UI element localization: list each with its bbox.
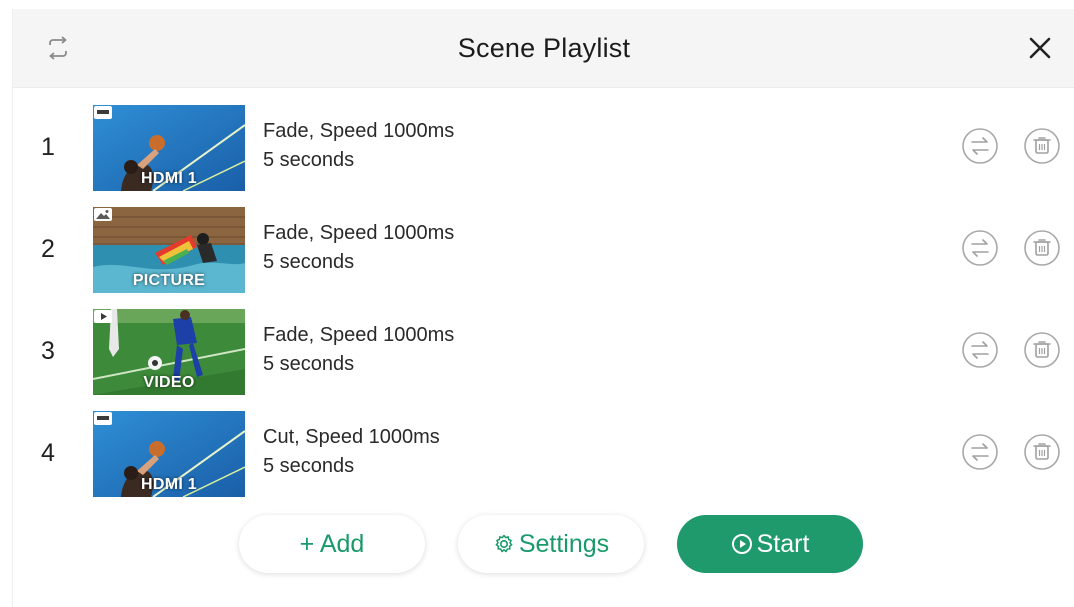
- scene-thumbnail[interactable]: HDMI 1: [93, 105, 245, 191]
- swap-button[interactable]: [961, 127, 999, 165]
- scene-playlist-panel: Scene Playlist 1 HDMI 1 Fade, Speed 1000…: [12, 9, 1074, 607]
- source-label: VIDEO: [143, 374, 195, 391]
- hdmi-icon: [94, 106, 112, 119]
- swap-button[interactable]: [961, 433, 999, 471]
- playlist-row-2: 2 PICTURE Fade, Speed 1000ms 5 seconds: [13, 207, 1074, 297]
- scene-thumbnail[interactable]: HDMI 1: [93, 411, 245, 497]
- settings-button[interactable]: Settings: [458, 515, 644, 573]
- scene-thumbnail[interactable]: VIDEO: [93, 309, 245, 395]
- close-button[interactable]: [1023, 31, 1057, 65]
- delete-button[interactable]: [1023, 433, 1061, 471]
- playlist-row-4: 4 HDMI 1 Cut, Speed 1000ms 5 seconds: [13, 411, 1074, 501]
- trash-icon: [1024, 128, 1060, 164]
- swap-icon: [962, 128, 998, 164]
- play-circle-icon: [731, 534, 752, 554]
- delete-button[interactable]: [1023, 127, 1061, 165]
- transition-text: Fade, Speed 1000ms: [263, 120, 455, 142]
- swap-icon: [962, 332, 998, 368]
- source-label: HDMI 1: [140, 170, 198, 187]
- row-number: 1: [41, 133, 55, 161]
- close-icon: [1029, 37, 1051, 59]
- start-button[interactable]: Start: [677, 515, 863, 573]
- swap-icon: [962, 230, 998, 266]
- swap-button[interactable]: [961, 331, 999, 369]
- duration-text: 5 seconds: [263, 353, 355, 375]
- delete-button[interactable]: [1023, 331, 1061, 369]
- hdmi-icon: [94, 412, 112, 425]
- page-title: Scene Playlist: [457, 33, 631, 63]
- trash-icon: [1024, 434, 1060, 470]
- add-button-label: + Add: [299, 530, 365, 558]
- duration-text: 5 seconds: [263, 251, 355, 273]
- row-number: 4: [41, 439, 55, 467]
- transition-text: Fade, Speed 1000ms: [263, 222, 455, 244]
- duration-text: 5 seconds: [263, 149, 355, 171]
- scene-thumbnail[interactable]: PICTURE: [93, 207, 245, 293]
- source-label: PICTURE: [132, 272, 206, 289]
- duration-text: 5 seconds: [263, 455, 355, 477]
- settings-button-label: Settings: [518, 530, 610, 558]
- transition-text: Fade, Speed 1000ms: [263, 324, 455, 346]
- row-number: 3: [41, 337, 55, 365]
- trash-icon: [1024, 332, 1060, 368]
- swap-button[interactable]: [961, 229, 999, 267]
- playlist-row-3: 3 VIDEO Fade, Speed 1000ms 5 seconds: [13, 309, 1074, 399]
- header-bar: Scene Playlist: [13, 9, 1074, 88]
- start-button-label: Start: [756, 530, 810, 558]
- play-icon: [94, 310, 112, 323]
- gear-icon: [495, 534, 513, 553]
- add-button[interactable]: + Add: [239, 515, 425, 573]
- source-label: HDMI 1: [140, 476, 198, 493]
- playlist-row-1: 1 HDMI 1 Fade, Speed 1000ms 5 seconds: [13, 105, 1074, 195]
- swap-icon: [962, 434, 998, 470]
- image-icon: [94, 208, 112, 221]
- transition-text: Cut, Speed 1000ms: [263, 426, 440, 448]
- delete-button[interactable]: [1023, 229, 1061, 267]
- row-number: 2: [41, 235, 55, 263]
- trash-icon: [1024, 230, 1060, 266]
